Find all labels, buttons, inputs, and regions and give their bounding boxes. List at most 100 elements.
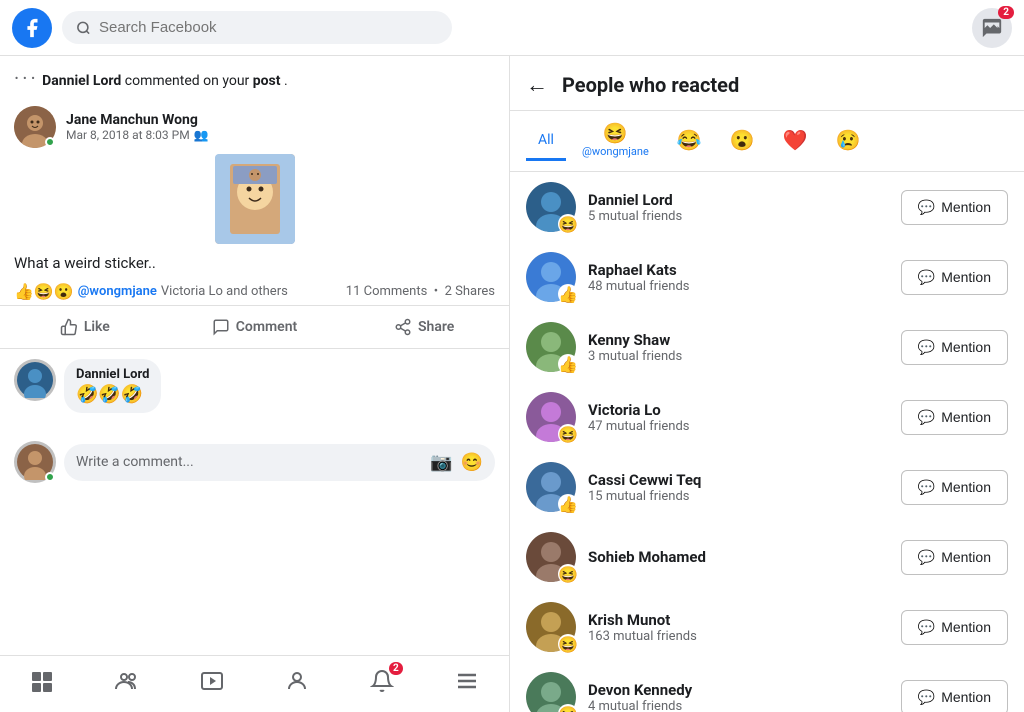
mention-btn-label: Mention xyxy=(941,549,991,565)
person-avatar: 😆 xyxy=(526,182,576,232)
comments-count: 11 Comments xyxy=(346,284,428,299)
tab-haha-emoji: 😆 xyxy=(603,121,628,145)
share-icon xyxy=(394,318,412,336)
menu-nav-item[interactable] xyxy=(442,666,492,696)
home-nav-item[interactable] xyxy=(17,666,67,696)
person-avatar: 😆 xyxy=(526,602,576,652)
tab-wow[interactable]: 😮 xyxy=(718,118,767,165)
person-mutual: 4 mutual friends xyxy=(588,699,889,712)
messenger-icon xyxy=(981,17,1003,39)
person-name: Danniel Lord xyxy=(588,191,889,209)
mention-button[interactable]: 💬 Mention xyxy=(901,330,1008,365)
mention-button[interactable]: 💬 Mention xyxy=(901,680,1008,712)
mention-button[interactable]: 💬 Mention xyxy=(901,400,1008,435)
notification-bar: ··· Danniel Lord commented on your post … xyxy=(0,56,509,96)
notifications-badge: 2 xyxy=(389,662,403,675)
person-item: 😆 Krish Munot 163 mutual friends 💬 Menti… xyxy=(510,592,1024,662)
messenger-badge: 2 xyxy=(998,6,1014,19)
person-avatar: 👍 xyxy=(526,322,576,372)
mention-btn-label: Mention xyxy=(941,689,991,705)
tab-cry[interactable]: 😢 xyxy=(824,118,873,165)
person-info: Sohieb Mohamed xyxy=(588,548,889,566)
reactions-mention: @wongmjane xyxy=(78,284,157,299)
comment-emojis: 🤣🤣🤣 xyxy=(76,384,149,405)
mention-btn-label: Mention xyxy=(941,409,991,425)
person-item: 👍 Kenny Shaw 3 mutual friends 💬 Mention xyxy=(510,312,1024,382)
left-panel: ··· Danniel Lord commented on your post … xyxy=(0,56,510,712)
post-meta: Mar 8, 2018 at 8:03 PM 👥 xyxy=(66,128,209,142)
search-input[interactable] xyxy=(99,19,438,36)
tab-love[interactable]: ❤️ xyxy=(771,118,820,165)
person-reaction-badge: 😆 xyxy=(558,704,578,712)
camera-icon[interactable]: 📷 xyxy=(430,452,452,473)
person-reaction-badge: 😆 xyxy=(558,214,578,234)
mention-button[interactable]: 💬 Mention xyxy=(901,540,1008,575)
tab-haha[interactable]: 😆 @wongmjane xyxy=(570,111,661,171)
reactions-left: 👍 😆 😮 @wongmjane Victoria Lo and others xyxy=(14,282,288,301)
notification-more-dots[interactable]: ··· xyxy=(14,66,39,90)
share-label: Share xyxy=(418,319,454,335)
mention-button[interactable]: 💬 Mention xyxy=(901,610,1008,645)
share-button[interactable]: Share xyxy=(339,310,509,344)
tab-haha-mention: @wongmjane xyxy=(582,145,649,158)
person-reaction-badge: 😆 xyxy=(558,634,578,654)
mention-btn-label: Mention xyxy=(941,199,991,215)
comment-button[interactable]: Comment xyxy=(170,310,340,344)
right-panel: ← People who reacted All 😆 @wongmjane 😂 … xyxy=(510,56,1024,712)
people-list: 😆 Danniel Lord 5 mutual friends 💬 Mentio… xyxy=(510,172,1024,712)
facebook-logo xyxy=(12,8,52,48)
person-reaction-badge: 👍 xyxy=(558,284,578,304)
person-mutual: 163 mutual friends xyxy=(588,629,889,644)
search-bar[interactable] xyxy=(62,11,452,44)
person-mutual: 48 mutual friends xyxy=(588,279,889,294)
person-avatar: 😆 xyxy=(526,672,576,712)
person-reaction-badge: 😆 xyxy=(558,564,578,584)
messenger-icon-button[interactable]: 2 xyxy=(972,8,1012,48)
comment-label: Comment xyxy=(236,319,297,335)
profile-nav-item[interactable] xyxy=(272,666,322,696)
home-nav-icon xyxy=(30,669,54,693)
post-image-wrap xyxy=(0,154,509,244)
online-indicator xyxy=(45,137,55,147)
reactions-row: 👍 😆 😮 @wongmjane Victoria Lo and others … xyxy=(0,278,509,306)
groups-nav-item[interactable] xyxy=(102,666,152,696)
person-item: 😆 Victoria Lo 47 mutual friends 💬 Mentio… xyxy=(510,382,1024,452)
person-name: Cassi Cewwi Teq xyxy=(588,471,889,489)
back-button[interactable]: ← xyxy=(526,72,548,98)
comment-avatar-wrap xyxy=(14,359,56,401)
post-sticker-image xyxy=(215,154,295,244)
notification-commenter: Danniel Lord xyxy=(42,73,121,89)
comment-author-avatar xyxy=(14,359,56,401)
tab-love-emoji: ❤️ xyxy=(783,128,808,152)
comment-input-field[interactable]: Write a comment... 📷 😊 xyxy=(64,444,495,481)
person-item: 😆 Devon Kennedy 4 mutual friends 💬 Menti… xyxy=(510,662,1024,712)
post-container: Jane Manchun Wong Mar 8, 2018 at 8:03 PM… xyxy=(0,96,509,655)
person-info: Victoria Lo 47 mutual friends xyxy=(588,401,889,434)
comment-placeholder: Write a comment... xyxy=(76,454,194,470)
person-mutual: 47 mutual friends xyxy=(588,419,889,434)
mention-btn-label: Mention xyxy=(941,339,991,355)
like-button[interactable]: Like xyxy=(0,310,170,344)
post-audience-icon: 👥 xyxy=(194,128,209,142)
comment-item: Danniel Lord 🤣🤣🤣 xyxy=(14,359,495,413)
person-info: Raphael Kats 48 mutual friends xyxy=(588,261,889,294)
notifications-nav-item[interactable]: 2 xyxy=(357,666,407,696)
comments-section: Danniel Lord 🤣🤣🤣 xyxy=(0,349,509,433)
notification-target: post xyxy=(253,73,281,89)
mention-button[interactable]: 💬 Mention xyxy=(901,260,1008,295)
notification-period: . xyxy=(284,73,288,89)
watch-nav-item[interactable] xyxy=(187,666,237,696)
post-header: Jane Manchun Wong Mar 8, 2018 at 8:03 PM… xyxy=(0,96,509,154)
mention-btn-icon: 💬 xyxy=(918,479,935,496)
mention-button[interactable]: 💬 Mention xyxy=(901,470,1008,505)
tab-all[interactable]: All xyxy=(526,122,566,161)
emoji-icon[interactable]: 😊 xyxy=(461,452,483,473)
mention-button[interactable]: 💬 Mention xyxy=(901,190,1008,225)
main-content: ··· Danniel Lord commented on your post … xyxy=(0,56,1024,712)
person-item: 👍 Raphael Kats 48 mutual friends 💬 Menti… xyxy=(510,242,1024,312)
tab-laugh[interactable]: 😂 xyxy=(665,118,714,165)
person-item: 👍 Cassi Cewwi Teq 15 mutual friends 💬 Me… xyxy=(510,452,1024,522)
mention-btn-icon: 💬 xyxy=(918,619,935,636)
mention-btn-label: Mention xyxy=(941,619,991,635)
tab-cry-emoji: 😢 xyxy=(836,128,861,152)
